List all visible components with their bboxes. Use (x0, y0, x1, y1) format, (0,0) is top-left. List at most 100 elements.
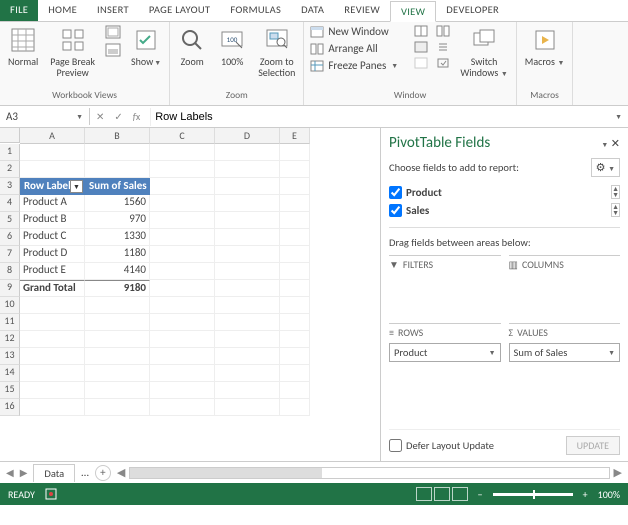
view-normal-icon[interactable] (416, 487, 432, 501)
row-header[interactable]: 2 (0, 161, 20, 178)
cell[interactable] (85, 331, 150, 348)
show-button[interactable]: Show▼ (127, 24, 165, 69)
cell[interactable]: 4140 (85, 263, 150, 280)
cell[interactable] (85, 297, 150, 314)
zoom-100-button[interactable]: 100 100% (214, 24, 250, 69)
row-header[interactable]: 5 (0, 212, 20, 229)
normal-button[interactable]: Normal (4, 24, 42, 69)
unhide-button[interactable] (412, 56, 430, 70)
cell[interactable] (20, 144, 85, 161)
col-header-c[interactable]: C (150, 128, 215, 144)
sheet-nav-prev[interactable]: ◀ (6, 466, 14, 479)
cell[interactable] (20, 297, 85, 314)
expand-formula-icon[interactable]: ▼ (615, 112, 622, 121)
view-page-icon[interactable] (434, 487, 450, 501)
sheet-tab-data[interactable]: Data (33, 464, 75, 482)
field-item[interactable]: Sales▲▼ (389, 201, 620, 219)
field-spin[interactable]: ▲▼ (611, 185, 620, 199)
cell[interactable] (20, 331, 85, 348)
row-header[interactable]: 15 (0, 382, 20, 399)
sheet-tab-more[interactable]: … (81, 466, 89, 479)
cell[interactable] (215, 399, 280, 416)
cell[interactable] (85, 314, 150, 331)
cell[interactable] (20, 314, 85, 331)
cell[interactable] (280, 229, 310, 246)
page-break-button[interactable]: Page Break Preview (46, 24, 99, 80)
formula-input[interactable] (150, 108, 604, 126)
cell[interactable] (280, 212, 310, 229)
cell[interactable] (215, 263, 280, 280)
cell[interactable] (150, 195, 215, 212)
cell[interactable] (215, 178, 280, 195)
tab-page-layout[interactable]: PAGE LAYOUT (139, 0, 220, 21)
reset-pos-button[interactable] (434, 56, 452, 70)
area-columns[interactable]: ▥COLUMNS (509, 255, 621, 315)
cell[interactable] (215, 246, 280, 263)
cell[interactable] (150, 297, 215, 314)
field-item[interactable]: Product▲▼ (389, 183, 620, 201)
zoom-selection-button[interactable]: Zoom to Selection (254, 24, 299, 80)
row-header[interactable]: 1 (0, 144, 20, 161)
view-break-icon[interactable] (452, 487, 468, 501)
cell[interactable] (215, 195, 280, 212)
cell[interactable]: Product B (20, 212, 85, 229)
cell[interactable] (150, 382, 215, 399)
area-filters[interactable]: ▼FILTERS (389, 255, 501, 315)
cell[interactable] (215, 297, 280, 314)
cell[interactable]: Product A (20, 195, 85, 212)
col-header-e[interactable]: E (280, 128, 310, 144)
row-header[interactable]: 3 (0, 178, 20, 195)
cell[interactable] (215, 314, 280, 331)
cell[interactable] (280, 246, 310, 263)
col-header-d[interactable]: D (215, 128, 280, 144)
cell[interactable]: 1330 (85, 229, 150, 246)
cell[interactable] (280, 161, 310, 178)
cell[interactable]: 1560 (85, 195, 150, 212)
switch-windows-button[interactable]: Switch Windows ▼ (456, 24, 511, 80)
hide-button[interactable] (412, 40, 430, 54)
horizontal-scrollbar[interactable] (129, 467, 609, 479)
cell[interactable] (20, 382, 85, 399)
close-icon[interactable]: ✕ (611, 137, 620, 150)
rows-selection[interactable]: Product▼ (389, 343, 501, 362)
macro-record-icon[interactable] (45, 488, 57, 500)
cell[interactable] (215, 161, 280, 178)
cell[interactable]: 9180 (85, 280, 150, 297)
row-header[interactable]: 8 (0, 263, 20, 280)
update-button[interactable]: UPDATE (566, 436, 620, 455)
select-all-corner[interactable] (0, 128, 20, 143)
arrange-all-button[interactable]: Arrange All (308, 41, 408, 56)
zoom-slider[interactable] (493, 493, 573, 496)
zoom-button[interactable]: Zoom (174, 24, 210, 69)
cell[interactable] (215, 365, 280, 382)
worksheet[interactable]: A B C D E 123Row Labels▼Sum of Sales4Pro… (0, 128, 380, 461)
row-header[interactable]: 10 (0, 297, 20, 314)
defer-layout-checkbox[interactable]: Defer Layout Update (389, 439, 494, 452)
tab-file[interactable]: FILE (0, 0, 38, 21)
cell[interactable] (85, 399, 150, 416)
cell[interactable] (20, 399, 85, 416)
area-rows[interactable]: ≡ROWS Product▼ (389, 323, 501, 383)
row-header[interactable]: 12 (0, 331, 20, 348)
cell[interactable] (280, 263, 310, 280)
cell[interactable] (280, 178, 310, 195)
area-values[interactable]: ΣVALUES Sum of Sales▼ (509, 323, 621, 383)
row-header[interactable]: 4 (0, 195, 20, 212)
cell[interactable] (280, 297, 310, 314)
view-side-button[interactable] (434, 24, 452, 38)
cell[interactable]: 970 (85, 212, 150, 229)
zoom-out-button[interactable]: − (478, 488, 483, 501)
tab-formulas[interactable]: FORMULAS (220, 0, 291, 21)
pane-menu-icon[interactable]: ▼ (601, 140, 608, 149)
row-header[interactable]: 11 (0, 314, 20, 331)
cell[interactable] (20, 348, 85, 365)
cell[interactable]: Product C (20, 229, 85, 246)
cell[interactable] (150, 365, 215, 382)
row-header[interactable]: 13 (0, 348, 20, 365)
scroll-left-icon[interactable]: ◀ (117, 466, 125, 479)
tab-view[interactable]: VIEW (390, 1, 436, 22)
cell[interactable] (150, 280, 215, 297)
cell[interactable] (215, 229, 280, 246)
cell[interactable] (150, 331, 215, 348)
values-selection[interactable]: Sum of Sales▼ (509, 343, 621, 362)
